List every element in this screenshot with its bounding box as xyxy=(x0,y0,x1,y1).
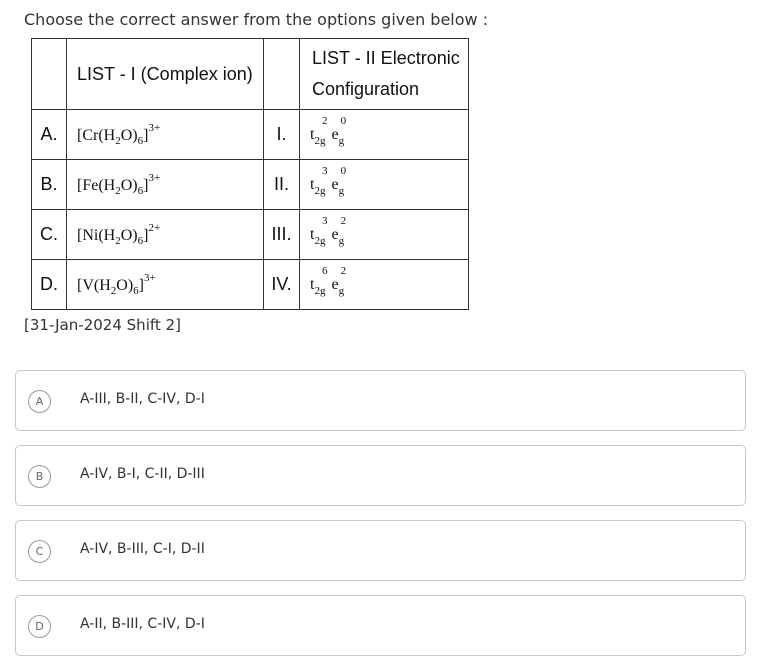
row-letter: B. xyxy=(31,159,67,210)
header-blank-cell xyxy=(263,38,300,110)
option-text: A-III, B-II, C-IV, D-I xyxy=(80,391,205,407)
table-row: D. [V(H2O)6]3+ IV. t2g 6 eg 2 xyxy=(31,259,469,310)
electronic-configuration: t2g 2 eg 0 xyxy=(299,109,469,160)
option-d[interactable]: D A-II, B-III, C-IV, D-I xyxy=(15,595,746,656)
complex-ion: [V(H2O)6]3+ xyxy=(66,259,264,310)
option-text: A-IV, B-III, C-I, D-II xyxy=(80,541,205,557)
option-label-circle: D xyxy=(28,615,51,638)
row-letter: D. xyxy=(31,259,67,310)
row-letter: C. xyxy=(31,209,67,260)
option-text: A-II, B-III, C-IV, D-I xyxy=(80,616,205,632)
header-list1: LIST - I (Complex ion) xyxy=(66,38,264,110)
row-roman: II. xyxy=(263,159,300,210)
option-label-circle: C xyxy=(28,540,51,563)
header-list2-line1: LIST - II Electronic xyxy=(312,48,460,68)
option-label-circle: A xyxy=(28,390,51,413)
table-header-row: LIST - I (Complex ion) LIST - II Electro… xyxy=(31,38,469,110)
electronic-configuration: t2g 3 eg 0 xyxy=(299,159,469,210)
option-c[interactable]: C A-IV, B-III, C-I, D-II xyxy=(15,520,746,581)
table-row: B. [Fe(H2O)6]3+ II. t2g 3 eg 0 xyxy=(31,159,469,210)
header-list2: LIST - II Electronic Configuration xyxy=(299,38,469,110)
row-letter: A. xyxy=(31,109,67,160)
header-list2-line2: Configuration xyxy=(312,79,420,99)
row-roman: IV. xyxy=(263,259,300,310)
row-roman: III. xyxy=(263,209,300,260)
table-row: A. [Cr(H2O)6]3+ I. t2g 2 eg 0 xyxy=(31,109,469,160)
header-blank-cell xyxy=(31,38,67,110)
question-text: Choose the correct answer from the optio… xyxy=(24,10,489,29)
option-b[interactable]: B A-IV, B-I, C-II, D-III xyxy=(15,445,746,506)
match-table: LIST - I (Complex ion) LIST - II Electro… xyxy=(31,38,469,310)
complex-ion: [Ni(H2O)6]2+ xyxy=(66,209,264,260)
electronic-configuration: t2g 3 eg 2 xyxy=(299,209,469,260)
exam-tag: [31-Jan-2024 Shift 2] xyxy=(24,316,181,334)
option-label-circle: B xyxy=(28,465,51,488)
option-a[interactable]: A A-III, B-II, C-IV, D-I xyxy=(15,370,746,431)
electronic-configuration: t2g 6 eg 2 xyxy=(299,259,469,310)
option-text: A-IV, B-I, C-II, D-III xyxy=(80,466,205,482)
table-row: C. [Ni(H2O)6]2+ III. t2g 3 eg 2 xyxy=(31,209,469,260)
complex-ion: [Cr(H2O)6]3+ xyxy=(66,109,264,160)
row-roman: I. xyxy=(263,109,300,160)
complex-ion: [Fe(H2O)6]3+ xyxy=(66,159,264,210)
